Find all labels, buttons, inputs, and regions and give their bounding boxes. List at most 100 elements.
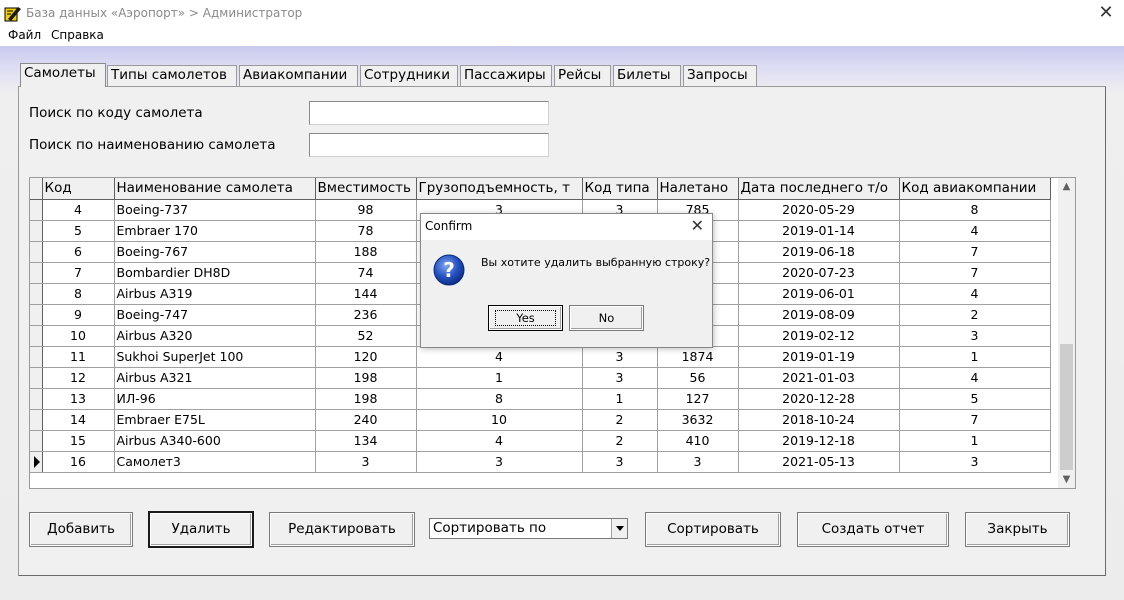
table-cell[interactable]: 8 [42, 283, 115, 305]
table-cell[interactable]: Embraer 170 [114, 220, 316, 242]
delete-button[interactable]: Удалить [148, 511, 254, 548]
table-cell[interactable]: 2019-08-09 [738, 304, 900, 326]
table-cell[interactable]: 10 [416, 409, 583, 431]
table-cell[interactable]: 4 [899, 220, 1051, 242]
table-cell[interactable]: 2020-05-29 [738, 199, 900, 221]
row-indicator[interactable] [30, 367, 43, 389]
add-button[interactable]: Добавить [29, 512, 133, 547]
table-cell[interactable]: Boeing-737 [114, 199, 316, 221]
table-cell[interactable]: 134 [315, 430, 417, 452]
table-cell[interactable]: 2019-06-01 [738, 283, 900, 305]
row-indicator[interactable] [30, 409, 43, 431]
table-cell[interactable]: 9 [42, 304, 115, 326]
table-cell[interactable]: 198 [315, 388, 417, 410]
table-cell[interactable]: Boeing-767 [114, 241, 316, 263]
table-cell[interactable]: 1 [899, 430, 1051, 452]
table-cell[interactable]: 78 [315, 220, 417, 242]
table-cell[interactable]: Airbus A321 [114, 367, 316, 389]
tab-flights[interactable]: Рейсы [554, 65, 611, 86]
dialog-close-icon[interactable]: ✕ [691, 217, 704, 235]
table-cell[interactable]: 2019-02-12 [738, 325, 900, 347]
menu-help[interactable]: Справка [51, 28, 104, 42]
table-cell[interactable]: 74 [315, 262, 417, 284]
edit-button[interactable]: Редактировать [269, 512, 415, 547]
table-cell[interactable]: 4 [899, 367, 1051, 389]
dialog-no-button[interactable]: No [569, 305, 644, 331]
table-cell[interactable]: 3632 [657, 409, 739, 431]
column-header-capacity[interactable]: Вместимость [315, 178, 417, 200]
table-cell[interactable]: Sukhoi SuperJet 100 [114, 346, 316, 368]
table-cell[interactable]: 236 [315, 304, 417, 326]
table-cell[interactable]: 2019-01-19 [738, 346, 900, 368]
table-cell[interactable]: 4 [416, 346, 583, 368]
scroll-up-icon[interactable]: ▲ [1058, 178, 1075, 195]
table-cell[interactable]: Boeing-747 [114, 304, 316, 326]
table-cell[interactable]: 2019-06-18 [738, 241, 900, 263]
column-header-type-code[interactable]: Код типа [582, 178, 658, 200]
table-cell[interactable]: 144 [315, 283, 417, 305]
table-cell[interactable]: 16 [42, 451, 115, 473]
search-code-input[interactable] [309, 101, 549, 125]
table-cell[interactable]: 127 [657, 388, 739, 410]
tab-aircraft-types[interactable]: Типы самолетов [107, 65, 237, 86]
table-cell[interactable]: 2020-07-23 [738, 262, 900, 284]
table-cell[interactable]: 2019-01-14 [738, 220, 900, 242]
table-cell[interactable]: 5 [42, 220, 115, 242]
sort-button[interactable]: Сортировать [645, 512, 781, 547]
table-row[interactable]: 11 Sukhoi SuperJet 100 120 4 3 1874 2019-01-19… [30, 346, 1051, 368]
table-cell[interactable]: 3 [582, 346, 658, 368]
table-cell[interactable]: 7 [899, 241, 1051, 263]
table-cell[interactable]: 2 [899, 304, 1051, 326]
tab-aircraft[interactable]: Самолеты [20, 63, 106, 87]
table-cell[interactable]: Самолет3 [114, 451, 316, 473]
table-cell[interactable]: 12 [42, 367, 115, 389]
table-cell[interactable]: 7 [899, 409, 1051, 431]
table-cell[interactable]: 56 [657, 367, 739, 389]
scrollbar-thumb[interactable] [1060, 344, 1073, 470]
table-cell[interactable]: 198 [315, 367, 417, 389]
table-cell[interactable]: 120 [315, 346, 417, 368]
table-row[interactable]: 16 Самолет3 3 3 3 3 2021-05-13 3 [30, 451, 1051, 473]
table-cell[interactable]: 2020-12-28 [738, 388, 900, 410]
table-cell[interactable]: 52 [315, 325, 417, 347]
table-cell[interactable]: 2018-10-24 [738, 409, 900, 431]
table-cell[interactable]: 1874 [657, 346, 739, 368]
table-row[interactable]: 12 Airbus A321 198 1 3 56 2021-01-03 4 [30, 367, 1051, 389]
table-cell[interactable]: Airbus A320 [114, 325, 316, 347]
tab-passengers[interactable]: Пассажиры [460, 65, 552, 86]
table-cell[interactable]: 7 [899, 262, 1051, 284]
table-row[interactable]: 13 ИЛ-96 198 8 1 127 2020-12-28 5 [30, 388, 1051, 410]
table-cell[interactable]: 2 [582, 409, 658, 431]
search-name-input[interactable] [309, 133, 549, 157]
row-indicator[interactable] [30, 388, 43, 410]
table-cell[interactable]: 14 [42, 409, 115, 431]
table-cell[interactable]: 11 [42, 346, 115, 368]
table-cell[interactable]: 5 [899, 388, 1051, 410]
table-cell[interactable]: 1 [899, 346, 1051, 368]
table-cell[interactable]: 3 [582, 367, 658, 389]
menu-file[interactable]: Файл [8, 28, 41, 42]
table-cell[interactable]: Embraer E75L [114, 409, 316, 431]
table-cell[interactable]: Bombardier DH8D [114, 262, 316, 284]
table-cell[interactable]: 6 [42, 241, 115, 263]
table-cell[interactable]: ИЛ-96 [114, 388, 316, 410]
table-cell[interactable]: 188 [315, 241, 417, 263]
row-indicator[interactable] [30, 325, 43, 347]
table-cell[interactable]: 4 [416, 430, 583, 452]
scroll-down-icon[interactable]: ▼ [1058, 471, 1075, 488]
table-cell[interactable]: 2 [582, 430, 658, 452]
table-cell[interactable]: 10 [42, 325, 115, 347]
table-cell[interactable]: 2021-01-03 [738, 367, 900, 389]
table-cell[interactable]: 1 [416, 367, 583, 389]
row-indicator[interactable] [30, 283, 43, 305]
table-cell[interactable]: 3 [899, 451, 1051, 473]
column-header-code[interactable]: Код [42, 178, 115, 200]
dialog-yes-button[interactable]: Yes [488, 305, 563, 331]
table-cell[interactable]: 3 [582, 451, 658, 473]
table-cell[interactable]: 2019-12-18 [738, 430, 900, 452]
row-indicator[interactable] [30, 241, 43, 263]
tab-queries[interactable]: Запросы [683, 65, 757, 86]
table-cell[interactable]: 410 [657, 430, 739, 452]
table-cell[interactable]: Airbus A340-600 [114, 430, 316, 452]
table-cell[interactable]: 240 [315, 409, 417, 431]
